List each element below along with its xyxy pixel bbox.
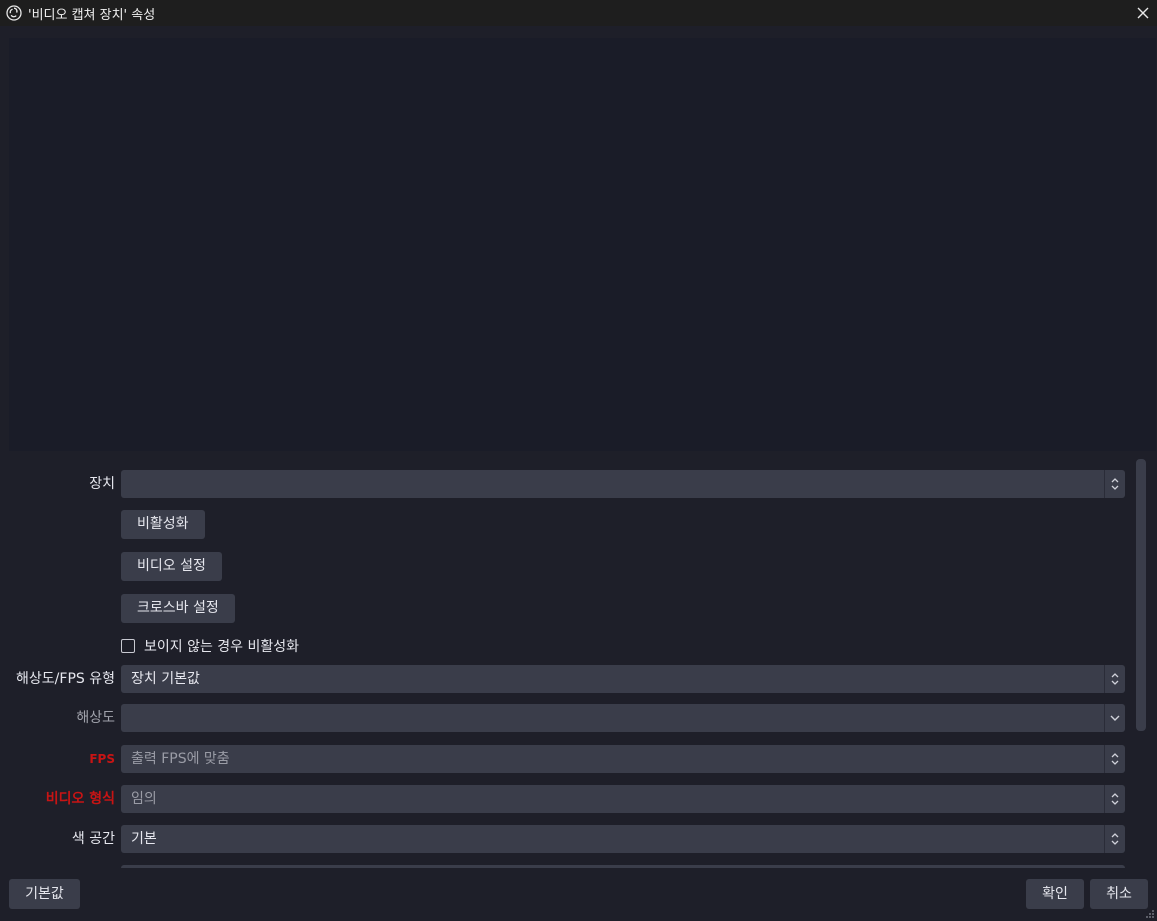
fps-value: 출력 FPS에 맞춤 [131, 751, 230, 767]
video-format-value: 임의 [131, 791, 157, 807]
fps-select[interactable]: 출력 FPS에 맞춤 [121, 745, 1125, 773]
up-down-arrows-icon [1104, 785, 1125, 813]
res-fps-type-label: 해상도/FPS 유형 [16, 671, 115, 687]
res-fps-type-value: 장치 기본값 [131, 671, 200, 687]
device-label: 장치 [89, 476, 115, 492]
next-select-partial[interactable] [121, 865, 1125, 868]
next-row-partial [0, 865, 1125, 868]
ok-button[interactable]: 확인 [1026, 879, 1084, 909]
scrollbar-thumb[interactable] [1136, 459, 1146, 731]
window-title: '비디오 캡쳐 장치' 속성 [28, 7, 156, 23]
color-space-row: 색 공간 기본 [0, 825, 1125, 853]
up-down-arrows-icon [1104, 745, 1125, 773]
deactivate-button[interactable]: 비활성화 [121, 510, 205, 539]
video-format-row: 비디오 형식 임의 [0, 785, 1125, 813]
up-down-arrows-icon [1104, 470, 1125, 498]
close-icon [1137, 7, 1149, 19]
obs-logo-icon [6, 5, 22, 21]
fps-row: FPS 출력 FPS에 맞춤 [0, 745, 1125, 773]
vertical-scrollbar[interactable] [1136, 459, 1146, 869]
device-row: 장치 [0, 470, 1125, 498]
source-preview [9, 38, 1156, 451]
resize-grip-icon[interactable] [1145, 909, 1155, 919]
video-format-select[interactable]: 임의 [121, 785, 1125, 813]
chevron-down-icon[interactable] [1104, 704, 1125, 732]
video-format-label: 비디오 형식 [45, 791, 115, 807]
resolution-combobox[interactable] [121, 704, 1125, 732]
title-bar: '비디오 캡쳐 장치' 속성 [0, 0, 1157, 26]
res-fps-type-row: 해상도/FPS 유형 장치 기본값 [0, 665, 1125, 693]
resolution-row: 해상도 [0, 704, 1125, 732]
defaults-button[interactable]: 기본값 [9, 879, 80, 909]
resolution-label: 해상도 [76, 710, 115, 726]
video-settings-button[interactable]: 비디오 설정 [121, 552, 222, 581]
up-down-arrows-icon [1104, 665, 1125, 693]
deactivate-when-hidden-label: 보이지 않는 경우 비활성화 [144, 639, 300, 655]
deactivate-when-hidden-checkbox[interactable] [121, 639, 135, 653]
crossbar-settings-button[interactable]: 크로스바 설정 [121, 594, 235, 623]
up-down-arrows-icon [1104, 825, 1125, 853]
color-space-select[interactable]: 기본 [121, 825, 1125, 853]
color-space-value: 기본 [131, 831, 157, 847]
fps-label: FPS [89, 752, 115, 766]
res-fps-type-select[interactable]: 장치 기본값 [121, 665, 1125, 693]
color-space-label: 색 공간 [71, 831, 115, 847]
properties-form: 장치 비활성화 비디오 설정 크로스바 설정 보이지 않는 경우 비활성화 해상… [0, 460, 1135, 868]
cancel-button[interactable]: 취소 [1090, 879, 1148, 909]
close-button[interactable] [1129, 0, 1157, 26]
device-select[interactable] [121, 470, 1125, 498]
deactivate-when-hidden-checkbox-row[interactable]: 보이지 않는 경우 비활성화 [121, 636, 299, 656]
